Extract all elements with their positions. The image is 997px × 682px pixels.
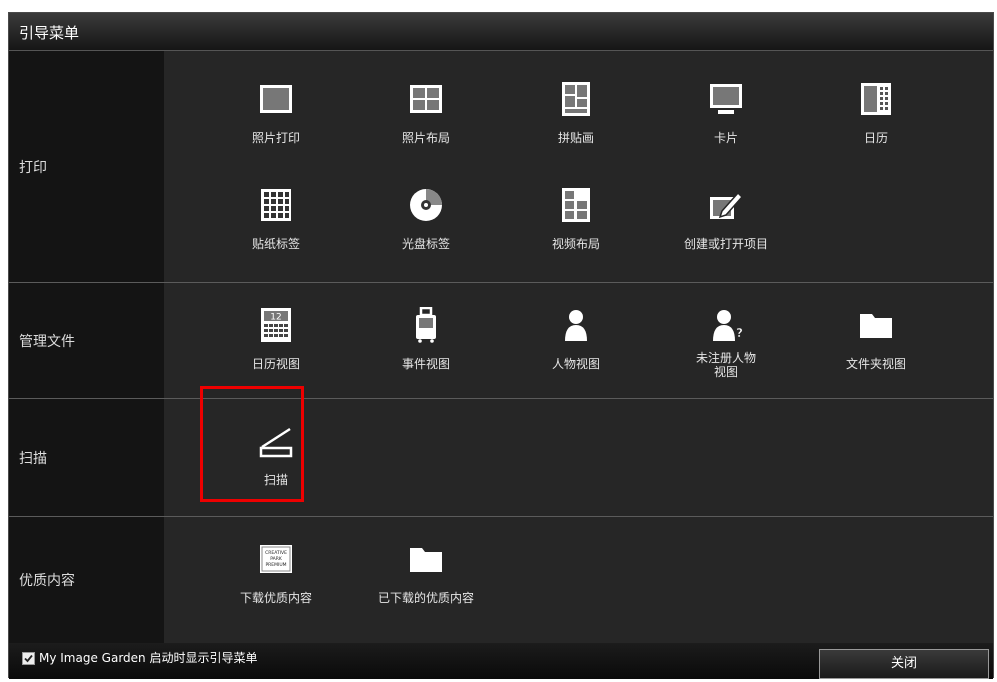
disc-label-icon xyxy=(408,187,444,223)
print-section-label: 打印 xyxy=(9,51,164,282)
calendar-icon xyxy=(858,81,894,117)
scan-section: 扫描 扫描 xyxy=(9,399,993,517)
event-view-button[interactable]: 事件视图 xyxy=(351,307,501,393)
video-layout-button[interactable]: 视频布局 xyxy=(501,187,651,273)
scan-section-label: 扫描 xyxy=(9,399,164,516)
print-section: 打印 照片打印 照片布局 拼贴画 卡片 日历 贴纸标签 光盘标签 视频布局 创建… xyxy=(9,51,993,283)
show-guide-menu-checkbox-label: My Image Garden 启动时显示引导菜单 xyxy=(39,651,258,665)
manage-files-section: 管理文件 12 日历视图 事件视图 人物视图 ? 未注册人物 视图 文件夹视图 xyxy=(9,283,993,399)
svg-text:?: ? xyxy=(736,326,743,340)
manage-files-section-label: 管理文件 xyxy=(9,283,164,398)
create-open-item-button[interactable]: 创建或打开项目 xyxy=(651,187,801,273)
photo-layout-button[interactable]: 照片布局 xyxy=(351,81,501,167)
photo-layout-icon xyxy=(408,81,444,117)
svg-text:PREMIUM: PREMIUM xyxy=(265,562,286,568)
svg-text:PARK: PARK xyxy=(270,556,283,562)
folder-view-icon xyxy=(858,307,894,343)
guide-menu-window: 引导菜单 打印 照片打印 照片布局 拼贴画 卡片 日历 贴纸标签 光盘标签 视频… xyxy=(8,12,994,679)
svg-text:12: 12 xyxy=(270,313,281,323)
calendar-button[interactable]: 日历 xyxy=(801,81,951,167)
download-premium-contents-button[interactable]: CREATIVE PARK PREMIUM 下载优质内容 xyxy=(201,541,351,627)
unregistered-people-icon: ? xyxy=(708,307,744,343)
collage-icon xyxy=(558,81,594,117)
card-icon xyxy=(708,81,744,117)
creative-park-icon: CREATIVE PARK PREMIUM xyxy=(258,541,294,577)
photo-print-button[interactable]: 照片打印 xyxy=(201,81,351,167)
calendar-view-button[interactable]: 12 日历视图 xyxy=(201,307,351,393)
photo-print-icon xyxy=(258,81,294,117)
close-button[interactable]: 关闭 xyxy=(819,649,989,679)
title-bar: 引导菜单 xyxy=(9,13,993,51)
event-view-icon xyxy=(408,307,444,343)
folder-icon xyxy=(408,541,444,577)
card-button[interactable]: 卡片 xyxy=(651,81,801,167)
scan-highlight-frame xyxy=(200,386,304,502)
collage-button[interactable]: 拼贴画 xyxy=(501,81,651,167)
svg-text:CREATIVE: CREATIVE xyxy=(265,550,287,556)
unregistered-people-view-button[interactable]: ? 未注册人物 视图 xyxy=(651,307,801,393)
downloaded-premium-contents-button[interactable]: 已下载的优质内容 xyxy=(351,541,501,627)
people-view-button[interactable]: 人物视图 xyxy=(501,307,651,393)
sticker-icon xyxy=(258,187,294,223)
create-open-item-icon xyxy=(708,187,744,223)
disc-label-button[interactable]: 光盘标签 xyxy=(351,187,501,273)
show-guide-menu-checkbox[interactable] xyxy=(22,652,35,665)
footer: My Image Garden 启动时显示引导菜单 关闭 xyxy=(9,643,993,679)
people-view-icon xyxy=(558,307,594,343)
sticker-button[interactable]: 贴纸标签 xyxy=(201,187,351,273)
video-layout-icon xyxy=(558,187,594,223)
premium-contents-section: 优质内容 CREATIVE PARK PREMIUM 下载优质内容 已下载的优质内容 xyxy=(9,517,993,643)
premium-contents-section-label: 优质内容 xyxy=(9,517,164,643)
window-title: 引导菜单 xyxy=(19,24,80,42)
folder-view-button[interactable]: 文件夹视图 xyxy=(801,307,951,393)
calendar-view-icon: 12 xyxy=(258,307,294,343)
